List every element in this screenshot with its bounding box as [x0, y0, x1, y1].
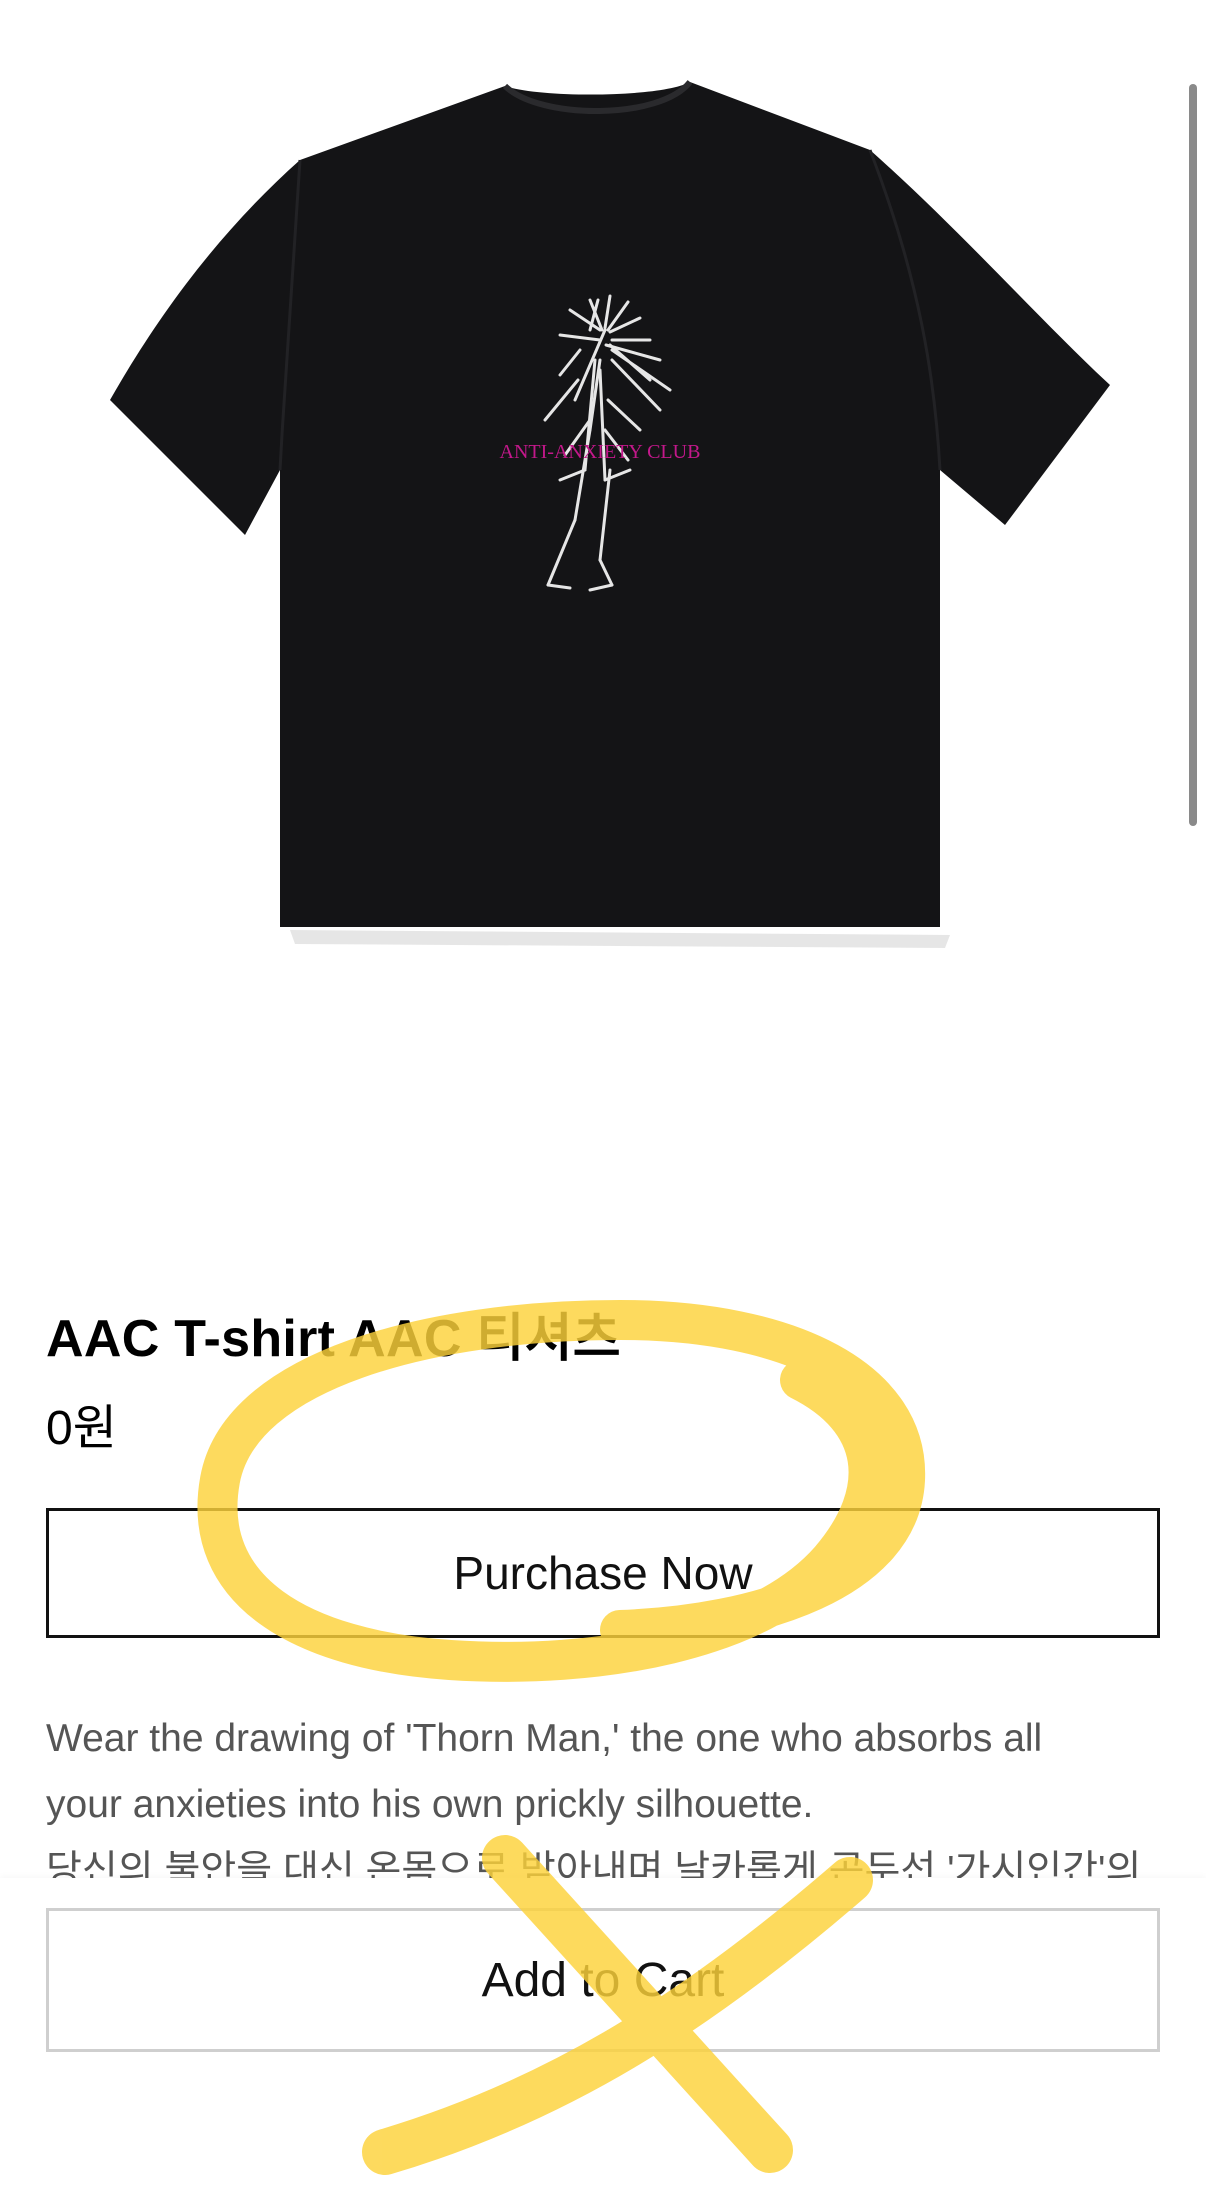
add-to-cart-button[interactable]: Add to Cart [46, 1908, 1160, 2052]
print-text: ANTI-ANXIETY CLUB [500, 441, 701, 463]
purchase-now-button[interactable]: Purchase Now [46, 1508, 1160, 1638]
tshirt-image: ANTI-ANXIETY CLUB [110, 79, 1110, 948]
product-price: 0원 [46, 1402, 117, 1455]
product-title: AAC T-shirt AAC 티셔츠 [46, 1310, 621, 1368]
product-image: ANTI-ANXIETY CLUB [0, 0, 1206, 1000]
purchase-now-label: Purchase Now [453, 1547, 753, 1599]
product-description: Wear the drawing of 'Thorn Man,' the one… [46, 1706, 1160, 1904]
tshirt-shape [110, 82, 1110, 927]
description-line: Wear the drawing of 'Thorn Man,' the one… [46, 1717, 1043, 1760]
add-to-cart-label: Add to Cart [481, 1953, 725, 2007]
description-line: your anxieties into his own prickly silh… [46, 1783, 814, 1826]
vertical-scrollbar[interactable] [1189, 84, 1197, 826]
